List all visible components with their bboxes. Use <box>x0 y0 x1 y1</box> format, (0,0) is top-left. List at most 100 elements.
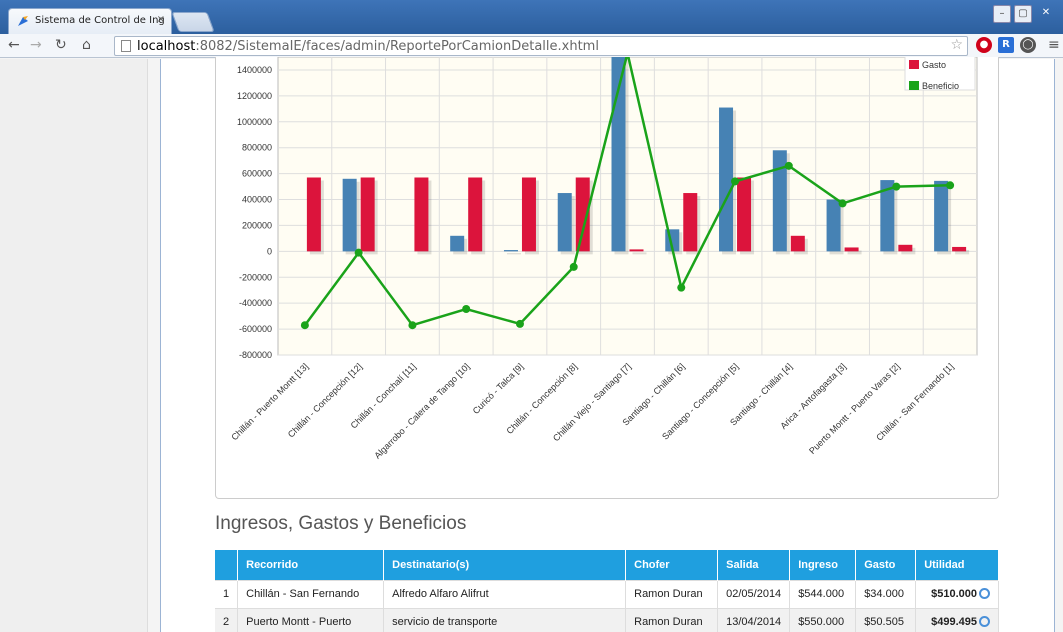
beneficio-point <box>838 199 847 208</box>
beneficio-point <box>462 305 471 314</box>
col-header-destinatario[interactable]: Destinatario(s) <box>383 550 627 580</box>
y-tick-label: 600000 <box>242 169 272 179</box>
cell-gasto: $34.000 <box>855 579 917 608</box>
back-icon[interactable]: ← <box>8 37 20 53</box>
cell-salida: 13/04/2014 <box>717 607 791 632</box>
table-row[interactable]: 1 Chillán - San Fernando Alfredo Alfaro … <box>215 579 999 608</box>
extension-circle-icon[interactable]: ◯ <box>1020 37 1036 53</box>
app-favicon-icon <box>18 16 28 26</box>
forward-icon[interactable]: → <box>30 37 42 53</box>
x-tick-label: Curicó - Talca [9] <box>471 361 526 416</box>
report-chart: 1400000 1200000 1000000 800000 600000 400000 2… <box>229 57 978 461</box>
bar-gasto <box>414 177 429 252</box>
chart-panel: 1400000 1200000 1000000 800000 600000 400000 2… <box>215 57 999 499</box>
extension-r-icon[interactable]: R <box>998 37 1014 53</box>
cell-index: 1 <box>215 579 239 608</box>
bar-shadow <box>506 253 521 255</box>
browser-titlebar: Sistema de Control de Ing × – ▢ ✕ <box>0 0 1063 34</box>
cell-utilidad: $499.495 <box>915 607 999 632</box>
beneficio-point <box>300 321 309 330</box>
bar-shadow <box>632 252 647 255</box>
menu-icon[interactable]: ≡ <box>1048 37 1060 53</box>
cell-salida: 02/05/2014 <box>717 579 791 608</box>
new-tab-button[interactable] <box>171 12 215 32</box>
utilidad-value: $499.495 <box>931 616 977 629</box>
utilidad-value: $510.000 <box>931 588 977 600</box>
section-title: Ingresos, Gastos y Beneficios <box>215 513 467 534</box>
bar-series1 <box>826 199 841 252</box>
bar-series1 <box>772 150 787 252</box>
bar-gasto <box>790 235 805 252</box>
beneficio-point <box>408 321 417 330</box>
bar-gasto <box>952 246 967 252</box>
bar-gasto <box>360 177 375 252</box>
bookmark-star-icon[interactable]: ☆ <box>950 37 963 53</box>
col-header-utilidad[interactable]: Utilidad <box>915 550 999 580</box>
main-content: 1400000 1200000 1000000 800000 600000 400000 2… <box>160 57 1055 632</box>
zoom-detail-icon[interactable] <box>979 588 990 599</box>
col-header-chofer[interactable]: Chofer <box>625 550 719 580</box>
zoom-detail-icon[interactable] <box>979 616 990 628</box>
beneficio-point <box>946 181 955 190</box>
cell-gasto: $50.505 <box>855 607 917 632</box>
minimize-button[interactable]: – <box>993 5 1011 23</box>
col-header-recorrido[interactable]: Recorrido <box>237 550 385 580</box>
bar-gasto <box>683 193 698 252</box>
col-header-gasto[interactable]: Gasto <box>855 550 917 580</box>
y-tick-label: -200000 <box>239 272 272 282</box>
col-header-ingreso[interactable]: Ingreso <box>789 550 857 580</box>
bar-series1 <box>503 250 518 252</box>
url-path: :8082/SistemaIE/faces/admin/ReportePorCa… <box>195 39 599 54</box>
home-icon[interactable]: ⌂ <box>82 37 91 53</box>
cell-destinatario: servicio de transporte <box>383 607 627 632</box>
reload-icon[interactable]: ↻ <box>55 37 67 53</box>
tab-close-icon[interactable]: × <box>157 14 165 25</box>
cell-recorrido: Chillán - San Fernando <box>237 579 385 608</box>
bar-gasto <box>737 177 752 252</box>
url-host: localhost <box>137 39 196 54</box>
browser-tab[interactable]: Sistema de Control de Ing × <box>8 8 172 34</box>
bar-gasto <box>844 247 859 252</box>
beneficio-point <box>784 161 793 170</box>
y-tick-label: 800000 <box>242 143 272 153</box>
bar-gasto <box>468 177 483 252</box>
bar-gasto <box>898 244 913 252</box>
y-tick-label: 200000 <box>242 220 272 230</box>
cell-index: 2 <box>215 607 239 632</box>
close-window-button[interactable]: ✕ <box>1037 5 1055 23</box>
table-row[interactable]: 2 Puerto Montt - Puerto servicio de tran… <box>215 607 999 632</box>
beneficio-point <box>731 177 740 186</box>
cell-destinatario: Alfredo Alfaro Alifrut <box>383 579 627 608</box>
cell-utilidad: $510.000 <box>915 579 999 608</box>
cell-recorrido: Puerto Montt - Puerto <box>237 607 385 632</box>
x-tick-label: Algarrobo - Calera de Tango [10] <box>372 361 471 460</box>
cell-ingreso: $550.000 <box>789 607 857 632</box>
cell-chofer: Ramon Duran <box>625 579 719 608</box>
y-tick-label: 0 <box>267 246 272 256</box>
address-bar[interactable]: localhost:8082/SistemaIE/faces/admin/Rep… <box>114 36 968 56</box>
x-tick-label: Puerto Montt - Puerto Varas [2] <box>807 361 902 456</box>
bar-series1 <box>719 107 734 252</box>
tab-title: Sistema de Control de Ing <box>35 15 165 26</box>
bar-series1 <box>934 180 949 252</box>
beneficio-point <box>569 262 578 271</box>
beneficio-point <box>677 283 686 292</box>
cell-chofer: Ramon Duran <box>625 607 719 632</box>
extension-record-icon[interactable]: ● <box>976 37 992 53</box>
beneficio-point <box>515 319 524 328</box>
y-tick-label: -400000 <box>239 298 272 308</box>
page-icon <box>121 40 131 52</box>
bar-gasto <box>521 177 536 252</box>
col-header-salida[interactable]: Salida <box>717 550 791 580</box>
y-tick-label: -800000 <box>239 350 272 360</box>
y-tick-label: 1200000 <box>237 91 272 101</box>
bar-series1 <box>342 178 357 252</box>
legend-swatch <box>909 81 919 90</box>
y-tick-label: 1000000 <box>237 117 272 127</box>
table-header-row: Recorrido Destinatario(s) Chofer Salida … <box>215 550 999 580</box>
y-tick-label: 1400000 <box>237 65 272 75</box>
y-tick-label: -600000 <box>239 324 272 334</box>
maximize-button[interactable]: ▢ <box>1014 5 1032 23</box>
left-rail <box>0 59 148 632</box>
bar-series1 <box>450 235 465 252</box>
